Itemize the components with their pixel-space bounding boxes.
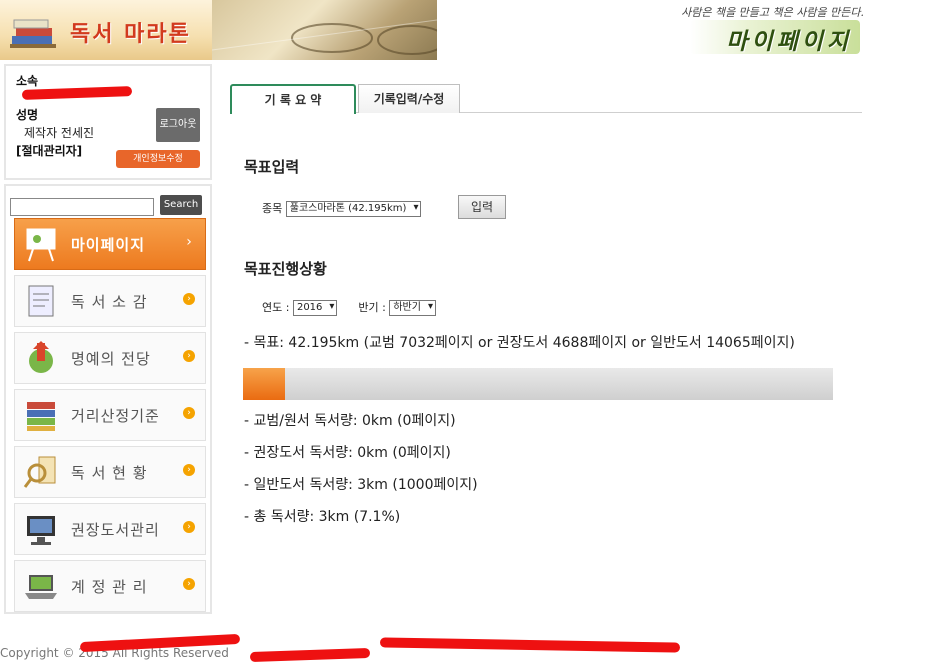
event-row: 종목 풀코스마라톤 (42.195km) xyxy=(262,200,422,217)
sidebar-item-reading-status[interactable]: 독 서 현 황 › xyxy=(14,446,206,498)
page-title-text: 마이페이지 xyxy=(726,29,852,55)
sidebar-item-label: 마이페이지 xyxy=(71,236,146,254)
arrow-bullet-icon: › xyxy=(183,407,195,419)
stat-line: - 교범/원서 독서량: 0km (0페이지) xyxy=(244,413,456,429)
clipboard-icon xyxy=(28,285,54,317)
logo[interactable]: 독서 마라톤 xyxy=(0,0,212,60)
sidebar-item-label: 독 서 소 감 xyxy=(71,293,148,311)
event-label: 종목 xyxy=(262,202,283,215)
sidebar-item-label: 명예의 전당 xyxy=(71,350,151,368)
search-button[interactable]: Search xyxy=(160,195,202,215)
sidebar-item-distance-criteria[interactable]: 거리산정기준 › xyxy=(14,389,206,441)
monitor-icon xyxy=(27,516,55,545)
period-row: 연도 : 2016 반기 : 하반기 xyxy=(262,299,436,316)
name-value: 제작자 전세진 xyxy=(24,126,95,140)
goal-text: - 목표: 42.195km (교범 7032페이지 or 권장도서 4688페… xyxy=(244,335,795,351)
role-label: [절대관리자] xyxy=(16,144,83,158)
sidebar-item-account-management[interactable]: 계 정 관 리 › xyxy=(14,560,206,612)
tab-record-input[interactable]: 기록입력/수정 xyxy=(358,84,460,113)
affiliation-label: 소속 xyxy=(16,74,39,88)
sidebar-item-label: 독 서 현 황 xyxy=(71,464,148,482)
sidebar-item-hall-of-fame[interactable]: 명예의 전당 › xyxy=(14,332,206,384)
arrow-bullet-icon: › xyxy=(183,521,195,533)
goal-input-title: 목표입력 xyxy=(244,158,300,176)
sidebar: Search 마이페이지 › 독 서 소 감 › 명예의 전당 › 거리산정기준… xyxy=(4,184,212,614)
user-info-box: 소속 성명 제작자 전세진 [절대관리자] 로그아웃 개인정보수정 xyxy=(4,64,212,180)
footer: Copyright © 2015 All Rights Reserved xyxy=(0,633,941,666)
year-select[interactable]: 2016 xyxy=(292,300,338,316)
year-label: 연도 : xyxy=(262,301,290,314)
progress-bar-fill xyxy=(243,368,285,400)
redaction-mark xyxy=(21,86,133,100)
arrow-bullet-icon: › xyxy=(183,293,195,305)
arrow-bullet-icon: › xyxy=(183,578,195,590)
logout-button[interactable]: 로그아웃 xyxy=(156,108,200,142)
progress-bar xyxy=(243,368,833,400)
header: 독서 마라톤 사람은 책을 만들고 책은 사람을 만든다. 마이페이지 xyxy=(0,0,941,62)
sidebar-item-label: 계 정 관 리 xyxy=(71,578,148,596)
sidebar-item-label: 거리산정기준 xyxy=(71,407,160,425)
sidebar-item-recommended-books[interactable]: 권장도서관리 › xyxy=(14,503,206,555)
tab-bar: 기 록 요 약 기록입력/수정 xyxy=(230,82,862,114)
goal-submit-button[interactable]: 입력 xyxy=(458,195,506,219)
easel-icon xyxy=(26,228,56,262)
arrow-bullet-icon: › xyxy=(183,350,195,362)
stat-line: - 일반도서 독서량: 3km (1000페이지) xyxy=(244,477,478,493)
sidebar-item-mypage[interactable]: 마이페이지 › xyxy=(14,218,206,270)
event-select[interactable]: 풀코스마라톤 (42.195km) xyxy=(285,201,422,217)
magnifier-icon xyxy=(23,456,56,488)
trophy-icon xyxy=(29,341,53,373)
name-label: 성명 xyxy=(16,108,39,122)
edit-profile-button[interactable]: 개인정보수정 xyxy=(116,150,200,168)
tab-record-summary[interactable]: 기 록 요 약 xyxy=(230,84,356,114)
search-input[interactable] xyxy=(10,198,154,216)
redaction-mark xyxy=(379,637,681,653)
books-logo-icon xyxy=(10,19,56,48)
page-title: 마이페이지 xyxy=(690,20,860,55)
redaction-mark xyxy=(249,647,371,663)
half-select[interactable]: 하반기 xyxy=(389,300,436,316)
logo-text: 독서 마라톤 xyxy=(70,21,191,47)
laptop-icon xyxy=(25,575,57,599)
header-photo xyxy=(212,0,437,60)
stat-line: - 권장도서 독서량: 0km (0페이지) xyxy=(244,445,451,461)
slogan: 사람은 책을 만들고 책은 사람을 만든다. xyxy=(681,6,864,19)
chevron-right-icon: › xyxy=(186,234,192,250)
books-icon xyxy=(27,402,55,431)
goal-progress-title: 목표진행상황 xyxy=(244,260,327,278)
half-label: 반기 : xyxy=(358,301,386,314)
glasses-image-icon xyxy=(212,19,437,55)
sidebar-item-reading-review[interactable]: 독 서 소 감 › xyxy=(14,275,206,327)
stat-line: - 총 독서량: 3km (7.1%) xyxy=(244,509,401,525)
sidebar-item-label: 권장도서관리 xyxy=(71,521,160,539)
arrow-bullet-icon: › xyxy=(183,464,195,476)
